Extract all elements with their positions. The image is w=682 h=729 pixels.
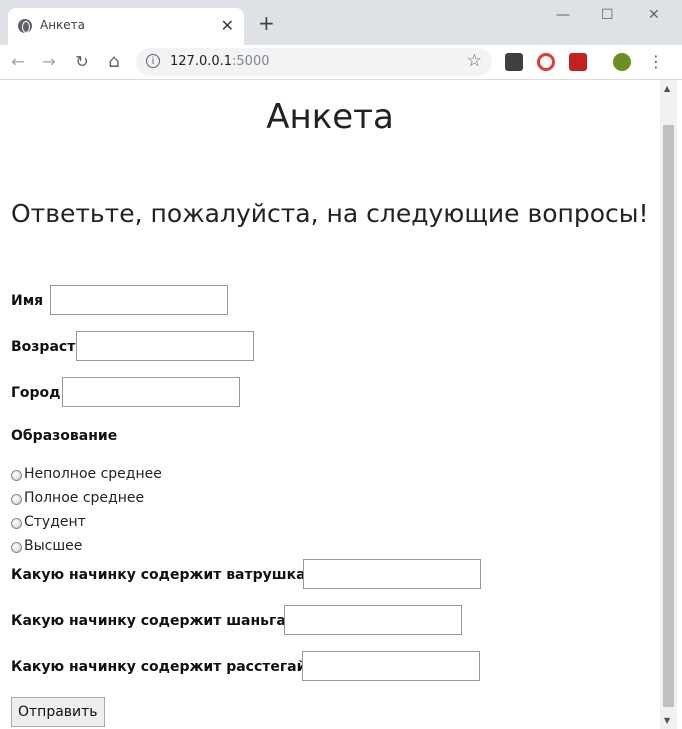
tab-title: Анкета — [40, 18, 86, 32]
rasstegai-question-label: Какую начинку содержит расстегай? — [11, 659, 315, 675]
education-label: Образование — [11, 428, 118, 444]
bookmark-star-icon[interactable]: ☆ — [467, 51, 482, 71]
scrollbar-thumb[interactable] — [663, 125, 674, 707]
scroll-down-icon[interactable]: ▼ — [664, 716, 670, 725]
rasstegai-answer-input[interactable] — [302, 651, 480, 681]
new-tab-button[interactable]: + — [258, 13, 275, 33]
close-window-button[interactable]: ✕ — [648, 7, 660, 23]
name-label: Имя — [11, 293, 44, 309]
vatrushka-question-label: Какую начинку содержит ватрушка? — [11, 567, 314, 583]
url-port: :5000 — [232, 54, 270, 69]
tab-close-icon[interactable]: ✕ — [221, 16, 234, 35]
radio-label: Неполное среднее — [24, 466, 162, 482]
extension-target-icon[interactable] — [537, 53, 555, 71]
scroll-up-icon[interactable]: ▲ — [664, 84, 670, 93]
radio-label: Полное среднее — [24, 490, 145, 506]
page-subtitle: Ответьте, пожалуйста, на следующие вопро… — [11, 199, 649, 228]
url-host: 127.0.0.1 — [170, 54, 233, 69]
shanga-question-label: Какую начинку содержит шаньга? — [11, 613, 294, 629]
back-icon[interactable]: ← — [7, 51, 29, 73]
address-bar[interactable]: i 127.0.0.1:5000 ☆ — [136, 48, 492, 76]
radio-button[interactable] — [11, 494, 22, 505]
vatrushka-answer-input[interactable] — [303, 559, 481, 589]
url-text: 127.0.0.1:5000 — [170, 54, 270, 69]
menu-icon[interactable]: ⋮ — [645, 51, 667, 73]
maximize-button[interactable]: ☐ — [601, 7, 614, 23]
extension-avatar-icon[interactable] — [613, 53, 631, 71]
submit-button[interactable]: Отправить — [11, 697, 105, 727]
page-title: Анкета — [266, 97, 394, 137]
radio-label: Студент — [24, 514, 86, 530]
extension-pdf-icon[interactable] — [569, 53, 587, 71]
browser-tab[interactable]: Анкета ✕ — [8, 8, 244, 45]
info-icon[interactable]: i — [146, 54, 160, 68]
name-input[interactable] — [50, 285, 228, 315]
home-icon[interactable]: ⌂ — [103, 51, 125, 73]
reload-icon[interactable]: ↻ — [71, 51, 93, 73]
browser-toolbar: ← → ↻ ⌂ i 127.0.0.1:5000 ☆ ⋮ — [0, 45, 682, 80]
window-edge — [677, 80, 682, 729]
extension-lightbulb-icon[interactable] — [505, 53, 523, 71]
radio-button[interactable] — [11, 470, 22, 481]
radio-label: Высшее — [24, 538, 83, 554]
radio-button[interactable] — [11, 518, 22, 529]
page-content: Анкета Ответьте, пожалуйста, на следующи… — [0, 80, 660, 729]
city-label: Город — [11, 385, 61, 401]
age-input[interactable] — [76, 331, 254, 361]
vertical-scrollbar[interactable]: ▲ ▼ — [660, 80, 677, 729]
age-label: Возраст — [11, 339, 76, 355]
minimize-button[interactable]: — — [556, 7, 570, 23]
forward-icon[interactable]: → — [38, 51, 60, 73]
globe-icon — [18, 19, 32, 33]
browser-tab-strip: Анкета ✕ + — ☐ ✕ — [0, 0, 682, 45]
radio-button[interactable] — [11, 542, 22, 553]
city-input[interactable] — [62, 377, 240, 407]
shanga-answer-input[interactable] — [284, 605, 462, 635]
